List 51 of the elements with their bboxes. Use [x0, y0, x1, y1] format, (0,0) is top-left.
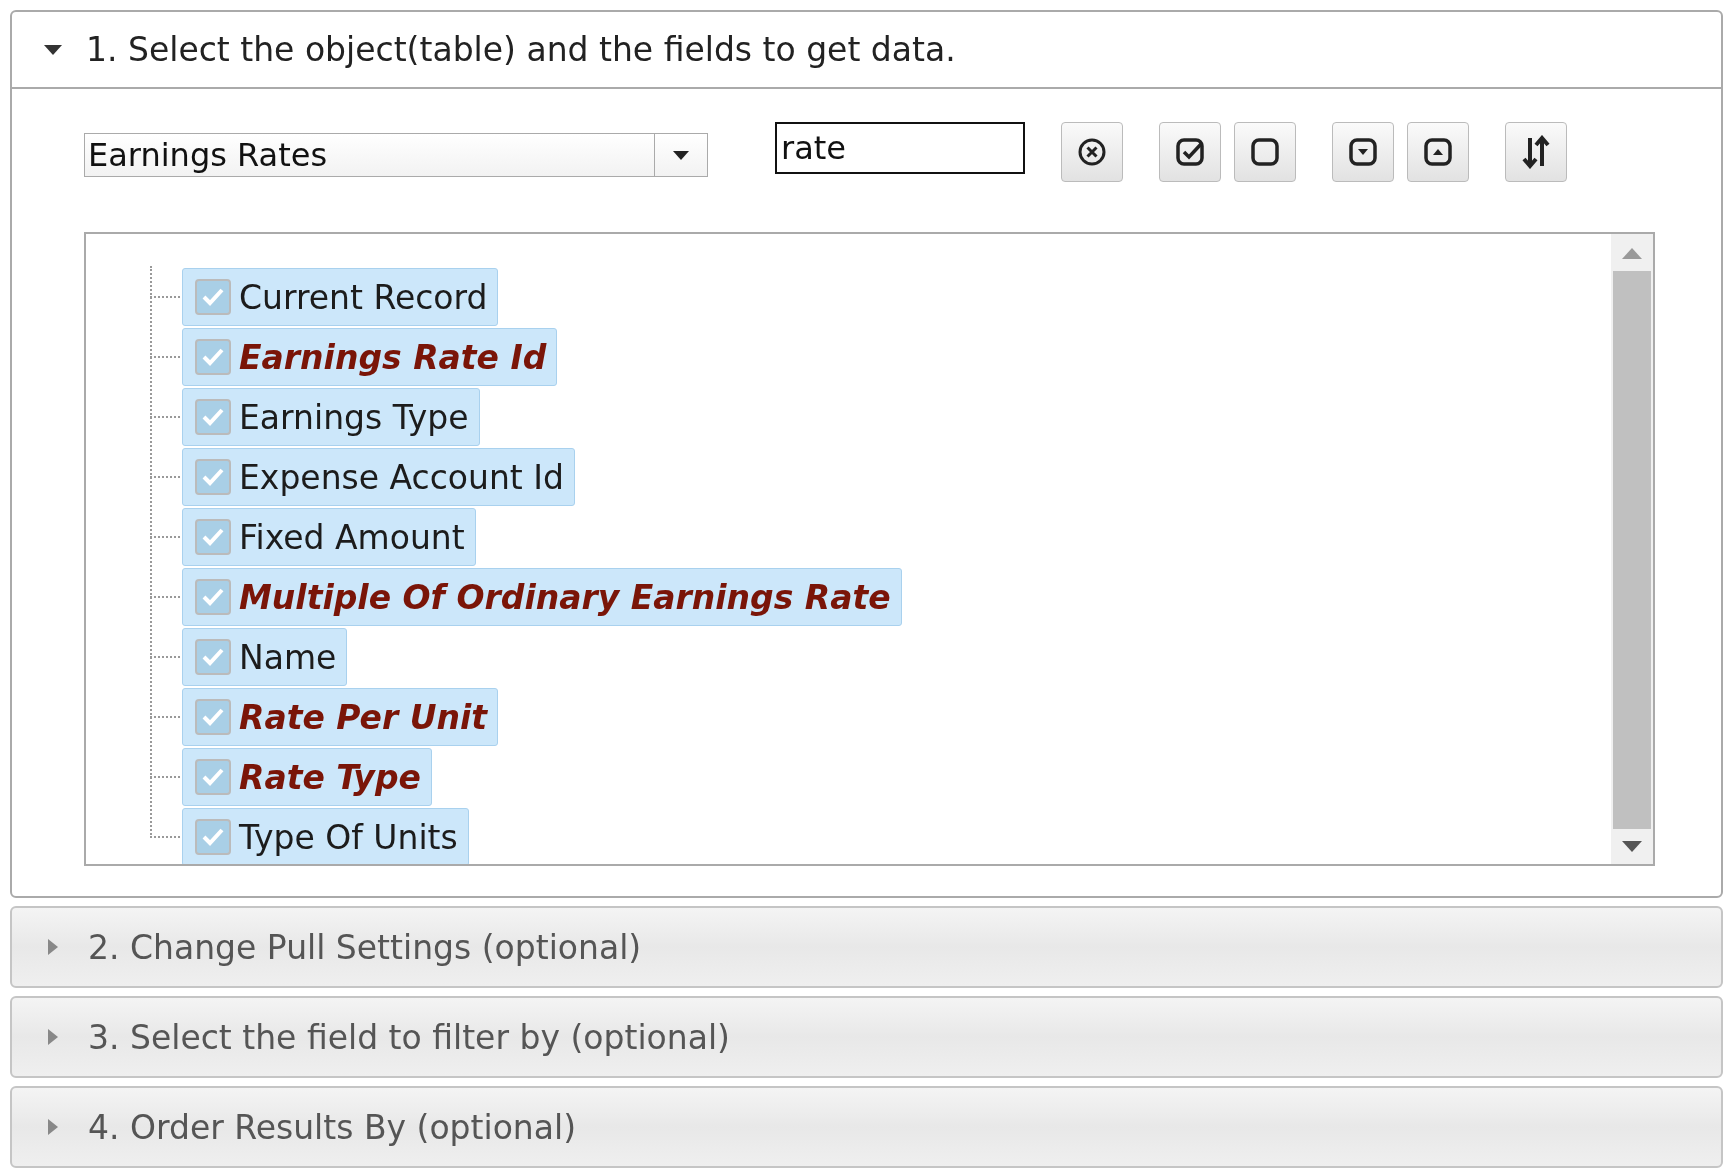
checkbox[interactable]	[195, 699, 231, 735]
section-title: 2. Change Pull Settings (optional)	[88, 927, 642, 967]
caret-right-icon	[48, 939, 58, 955]
caret-down-icon	[44, 44, 62, 55]
field-item[interactable]: Rate Type	[182, 748, 432, 806]
close-icon	[1077, 137, 1107, 167]
arrow-up-icon	[1622, 248, 1642, 259]
field-item[interactable]: Current Record	[182, 268, 499, 326]
checkbox[interactable]	[195, 579, 231, 615]
square-caret-down-icon	[1348, 137, 1378, 167]
section-title: 3. Select the field to filter by (optional)	[88, 1017, 730, 1057]
checkbox[interactable]	[195, 339, 231, 375]
checkbox[interactable]	[195, 399, 231, 435]
checkbox-checked-icon	[1175, 137, 1205, 167]
checkbox[interactable]	[195, 819, 231, 855]
checkbox-empty-icon	[1250, 137, 1280, 167]
caret-right-icon	[48, 1119, 58, 1135]
search-field[interactable]: rate	[775, 122, 1025, 174]
field-item[interactable]: Expense Account Id	[182, 448, 575, 506]
object-dropdown[interactable]: Earnings Rates	[84, 133, 708, 177]
field-item[interactable]: Name	[182, 628, 348, 686]
field-item[interactable]: Multiple Of Ordinary Earnings Rate	[182, 568, 902, 626]
caret-right-icon	[48, 1029, 58, 1045]
section-header[interactable]: 2. Change Pull Settings (optional)	[12, 908, 1721, 986]
section-title: 1. Select the object(table) and the fields to get data.	[86, 30, 956, 69]
checkbox[interactable]	[195, 759, 231, 795]
checkbox[interactable]	[195, 459, 231, 495]
clear-button[interactable]	[1061, 122, 1123, 182]
field-item[interactable]: Fixed Amount	[182, 508, 476, 566]
expand-button[interactable]	[1332, 122, 1394, 182]
uncheck-all-button[interactable]	[1234, 122, 1296, 182]
section-header[interactable]: 4. Order Results By (optional)	[12, 1088, 1721, 1166]
field-item[interactable]: Earnings Type	[182, 388, 480, 446]
square-caret-up-icon	[1423, 137, 1453, 167]
caret-down-icon	[673, 150, 689, 160]
section-header[interactable]: 1. Select the object(table) and the fields to get data.	[12, 12, 1721, 89]
scrollbar-thumb[interactable]	[1613, 271, 1651, 829]
section-title: 4. Order Results By (optional)	[88, 1107, 577, 1147]
checkbox[interactable]	[195, 639, 231, 675]
check-all-button[interactable]	[1159, 122, 1221, 182]
collapse-button[interactable]	[1407, 122, 1469, 182]
field-item[interactable]: Earnings Rate Id	[182, 328, 558, 386]
field-item[interactable]: Type Of Units	[182, 808, 469, 864]
sort-button[interactable]	[1505, 122, 1567, 182]
checkbox[interactable]	[195, 279, 231, 315]
checkbox[interactable]	[195, 519, 231, 555]
sort-arrows-icon	[1521, 135, 1551, 169]
section-header[interactable]: 3. Select the field to filter by (optional)	[12, 998, 1721, 1076]
arrow-down-icon	[1622, 841, 1642, 852]
scrollbar[interactable]	[1611, 234, 1653, 864]
field-item[interactable]: Rate Per Unit	[182, 688, 499, 746]
